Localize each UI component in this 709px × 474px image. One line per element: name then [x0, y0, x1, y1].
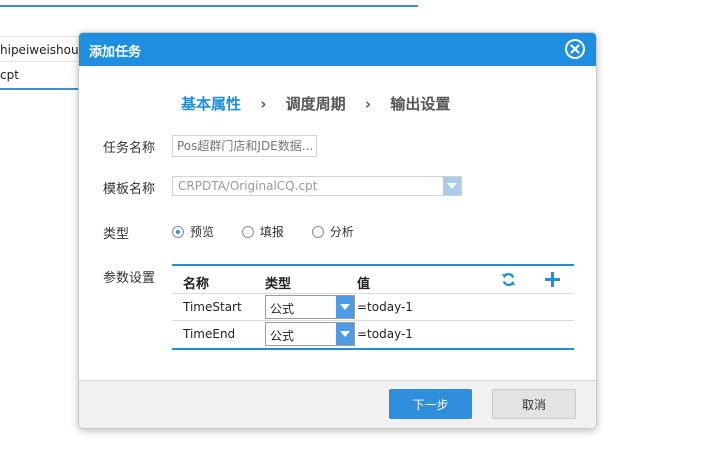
table-header: 名称 类型 值 [172, 266, 574, 294]
param-name: TimeEnd [183, 327, 236, 341]
refresh-button[interactable] [501, 272, 516, 291]
step-output-settings[interactable]: 输出设置 [390, 93, 450, 114]
dialog-title: 添加任务 [89, 45, 142, 60]
radio-label: 分析 [329, 225, 354, 239]
step-separator: › [260, 95, 267, 113]
param-value[interactable]: =today-1 [357, 327, 413, 341]
dialog-header: 添加任务 [79, 33, 596, 66]
table-bottom-border [172, 348, 574, 350]
radio-label: 预览 [190, 225, 215, 239]
params-table: 名称 类型 值 TimeStart 公式 =today-1 TimeEnd 公式… [172, 264, 574, 350]
background-list-item[interactable]: cpt [0, 62, 80, 88]
plus-icon [545, 272, 560, 287]
step-basic-properties[interactable]: 基本属性 [181, 93, 241, 114]
cancel-button[interactable]: 取消 [492, 389, 576, 419]
radio-label: 填报 [259, 225, 284, 239]
param-type-dropdown-button[interactable] [336, 323, 354, 345]
background-list-item[interactable]: hipeiweishouhu [0, 36, 80, 62]
type-option-analysis[interactable]: 分析 [311, 223, 354, 240]
template-dropdown-button[interactable] [443, 177, 461, 195]
dialog-footer: 下一步 取消 [79, 380, 596, 428]
task-name-label: 任务名称 [103, 141, 156, 156]
param-value[interactable]: =today-1 [357, 300, 413, 314]
header-type: 类型 [265, 277, 292, 292]
chevron-down-icon [447, 183, 457, 189]
radio-unchecked-icon[interactable] [311, 225, 324, 238]
background-top-line [0, 5, 418, 7]
param-type-value: 公式 [270, 302, 295, 316]
table-row: TimeStart 公式 =today-1 [172, 294, 574, 321]
type-radio-group: 预览 填报 分析 [172, 223, 378, 240]
param-type-value: 公式 [270, 329, 295, 343]
params-label: 参数设置 [103, 271, 156, 286]
add-param-button[interactable] [544, 271, 561, 292]
next-button[interactable]: 下一步 [389, 389, 472, 419]
param-type-select[interactable]: 公式 [265, 295, 355, 319]
template-combo[interactable]: CRPDTA/OriginalCQ.cpt [172, 176, 462, 196]
refresh-icon [501, 272, 516, 287]
table-row: TimeEnd 公式 =today-1 [172, 321, 574, 348]
task-name-input[interactable] [172, 135, 317, 157]
background-list: hipeiweishouhu cpt [0, 36, 80, 90]
template-label: 模板名称 [103, 182, 156, 197]
header-name: 名称 [183, 277, 210, 292]
type-label: 类型 [103, 227, 130, 242]
param-name: TimeStart [183, 300, 242, 314]
radio-unchecked-icon[interactable] [241, 225, 254, 238]
param-type-select[interactable]: 公式 [265, 322, 355, 346]
radio-checked-icon[interactable] [172, 225, 184, 238]
wizard-steps: 基本属性 › 调度周期 › 输出设置 [181, 93, 450, 114]
template-value: CRPDTA/OriginalCQ.cpt [178, 179, 318, 193]
step-schedule[interactable]: 调度周期 [286, 93, 346, 114]
close-button[interactable] [565, 39, 585, 59]
type-option-preview[interactable]: 预览 [172, 223, 214, 240]
chevron-down-icon [340, 331, 350, 337]
add-task-dialog: 添加任务 基本属性 › 调度周期 › 输出设置 任务名称 模板名称 CRPDTA… [78, 32, 597, 429]
chevron-down-icon [340, 304, 350, 310]
background-list-underline [0, 88, 80, 90]
step-separator: › [364, 95, 372, 113]
param-type-dropdown-button[interactable] [336, 296, 354, 318]
type-option-fill[interactable]: 填报 [241, 223, 284, 240]
header-value: 值 [357, 277, 371, 292]
close-icon [567, 41, 583, 57]
